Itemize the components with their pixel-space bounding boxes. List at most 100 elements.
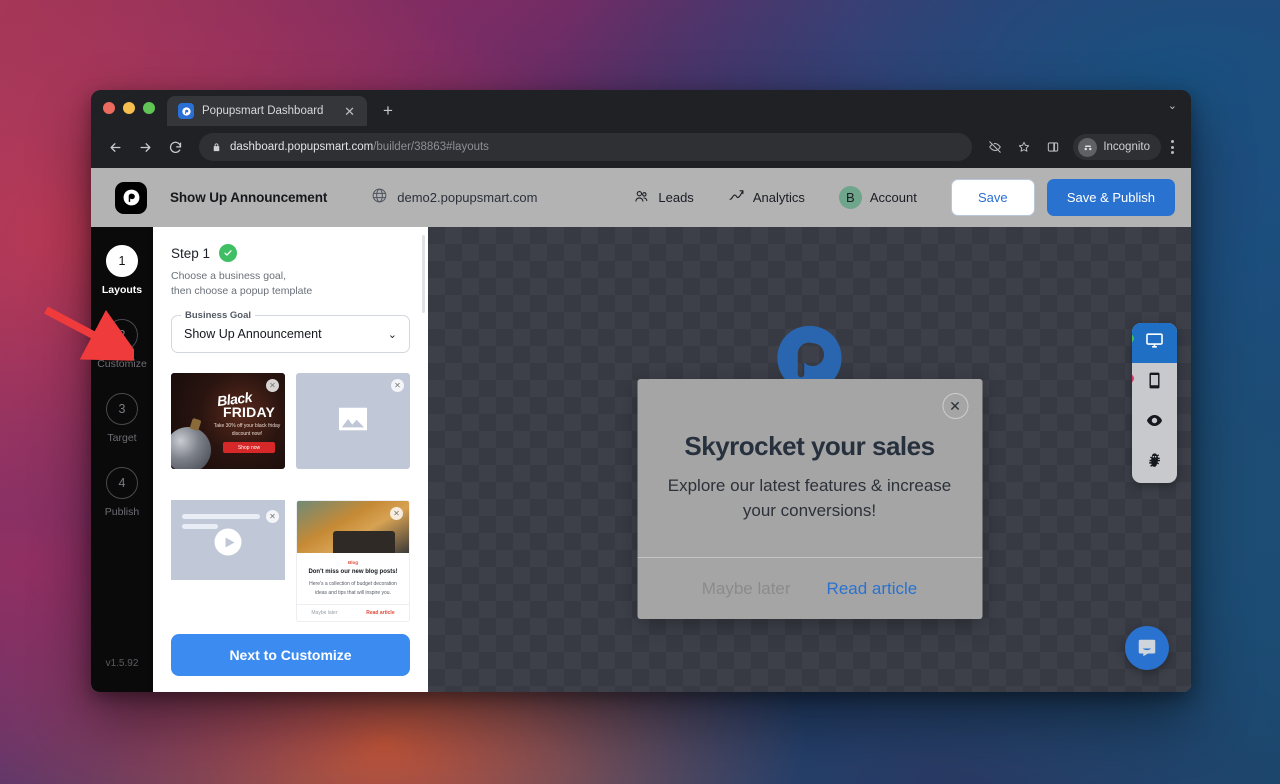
app-header: Show Up Announcement demo2.popupsmart.co… <box>91 168 1191 227</box>
mobile-icon <box>1145 371 1164 395</box>
save-button[interactable]: Save <box>951 179 1035 216</box>
popup-secondary-button[interactable]: Maybe later <box>702 579 791 599</box>
desktop-status-dot <box>1132 334 1134 343</box>
step-label: Target <box>107 432 136 444</box>
close-icon: ✕ <box>266 510 279 523</box>
business-goal-value: Show Up Announcement <box>184 327 322 341</box>
site-domain[interactable]: demo2.popupsmart.com <box>371 187 537 209</box>
close-icon[interactable]: ✕ <box>942 393 968 419</box>
template-card[interactable]: ✕ <box>171 480 285 622</box>
template-cta: Shop now <box>223 442 275 453</box>
business-goal-legend: Business Goal <box>181 310 255 321</box>
template-friday-label: FRIDAY <box>223 404 275 420</box>
step-description: Choose a business goal, then choose a po… <box>171 269 410 299</box>
template-subtext: Take 30% off your black friday discount … <box>211 423 283 438</box>
avatar: B <box>839 186 862 209</box>
star-icon[interactable] <box>1011 134 1037 160</box>
incognito-profile-button[interactable]: Incognito <box>1073 134 1161 160</box>
minimize-window-button[interactable] <box>123 102 135 114</box>
placeholder-line <box>182 514 260 519</box>
browser-tab-strip: Popupsmart Dashboard ✕ + ⌄ <box>91 90 1191 126</box>
template-grid: ✕ Black FRIDAY Take 30% off your black f… <box>171 373 410 622</box>
close-icon[interactable]: ✕ <box>341 103 358 120</box>
sidebar-item-layouts[interactable]: 1 Layouts <box>102 245 142 296</box>
preview-button[interactable] <box>1132 403 1177 443</box>
preview-canvas: ✕ Skyrocket your sales Explore our lates… <box>428 227 1191 692</box>
arrow-left-icon[interactable] <box>101 133 129 161</box>
leads-label: Leads <box>658 190 693 205</box>
site-domain-label: demo2.popupsmart.com <box>397 190 537 205</box>
template-footer: Maybe later Read article <box>297 604 409 621</box>
kebab-menu-icon[interactable] <box>1164 140 1181 154</box>
template-tag: Blog <box>297 560 409 565</box>
globe-icon <box>371 187 388 209</box>
popup-paragraph: Explore our latest features & increase y… <box>663 474 956 523</box>
arrow-right-icon[interactable] <box>131 133 159 161</box>
analytics-label: Analytics <box>753 190 805 205</box>
app-viewport: Show Up Announcement demo2.popupsmart.co… <box>91 168 1191 692</box>
step-number: 2 <box>106 319 138 351</box>
step-number: 4 <box>106 467 138 499</box>
app-header-actions: Leads Analytics B Account Save Save & Pu… <box>633 179 1175 216</box>
eye-off-icon[interactable] <box>982 134 1008 160</box>
browser-toolbar: dashboard.popupsmart.com/builder/38863#l… <box>91 126 1191 168</box>
address-bar[interactable]: dashboard.popupsmart.com/builder/38863#l… <box>199 133 972 161</box>
eye-icon <box>1145 411 1164 435</box>
template-card[interactable]: ✕ <box>296 373 410 469</box>
desktop-view-button[interactable] <box>1132 323 1177 363</box>
intercom-chat-icon[interactable] <box>1125 626 1169 670</box>
step-label: Publish <box>105 506 139 518</box>
maximize-window-button[interactable] <box>143 102 155 114</box>
step-header: Step 1 <box>171 244 410 262</box>
popup-body: ✕ Skyrocket your sales Explore our lates… <box>637 379 982 557</box>
step-label: Customize <box>97 358 147 370</box>
app-body: 1 Layouts 2 Customize 3 Target 4 Publish… <box>91 227 1191 692</box>
mobile-view-button[interactable] <box>1132 363 1177 403</box>
incognito-label: Incognito <box>1103 141 1150 153</box>
sidebar-item-target[interactable]: 3 Target <box>106 393 138 444</box>
reload-icon[interactable] <box>161 133 189 161</box>
window-traffic-lights[interactable] <box>103 90 167 126</box>
device-toolbar <box>1132 323 1177 483</box>
analytics-icon <box>728 188 745 208</box>
video-template: ✕ <box>171 500 285 580</box>
analytics-button[interactable]: Analytics <box>728 188 805 208</box>
account-button[interactable]: B Account <box>839 186 917 209</box>
layouts-panel: Step 1 Choose a business goal, then choo… <box>153 227 428 692</box>
chevron-down-icon[interactable]: ⌄ <box>388 328 397 341</box>
browser-window: Popupsmart Dashboard ✕ + ⌄ dashboard.pop… <box>91 90 1191 692</box>
template-card[interactable]: ✕ Black FRIDAY Take 30% off your black f… <box>171 373 285 469</box>
save-and-publish-button[interactable]: Save & Publish <box>1047 179 1175 216</box>
popup-preview: ✕ Skyrocket your sales Explore our lates… <box>637 379 982 619</box>
template-secondary-cta: Maybe later <box>311 610 337 616</box>
plus-icon[interactable]: + <box>377 100 399 121</box>
bug-icon <box>1145 451 1164 475</box>
sidebar-item-customize[interactable]: 2 Customize <box>97 319 147 370</box>
side-panel-icon[interactable] <box>1040 134 1066 160</box>
popupsmart-icon <box>178 103 194 119</box>
account-label: Account <box>870 190 917 205</box>
business-goal-select[interactable]: Business Goal Show Up Announcement ⌄ <box>171 315 410 353</box>
panel-scrollbar[interactable] <box>422 235 425 313</box>
browser-tab[interactable]: Popupsmart Dashboard ✕ <box>167 96 367 126</box>
panel-footer: Next to Customize <box>153 622 428 692</box>
leads-icon <box>633 188 650 208</box>
lock-icon <box>211 142 222 153</box>
next-to-customize-button[interactable]: Next to Customize <box>171 634 410 676</box>
layouts-panel-scroll[interactable]: Step 1 Choose a business goal, then choo… <box>153 227 428 622</box>
close-window-button[interactable] <box>103 102 115 114</box>
incognito-icon <box>1078 138 1097 157</box>
popupsmart-logo-icon[interactable] <box>115 182 147 214</box>
debug-button[interactable] <box>1132 443 1177 483</box>
image-icon <box>336 405 370 438</box>
address-bar-url: dashboard.popupsmart.com/builder/38863#l… <box>230 141 489 153</box>
leads-button[interactable]: Leads <box>633 188 693 208</box>
chevron-down-icon[interactable]: ⌄ <box>1168 99 1177 112</box>
template-card[interactable]: ✕ Blog Don't miss our new blog posts! He… <box>296 500 410 622</box>
popup-primary-button[interactable]: Read article <box>827 579 918 599</box>
version-label: v1.5.92 <box>106 658 139 669</box>
step-number: 1 <box>106 245 138 277</box>
check-icon <box>219 244 237 262</box>
sidebar-item-publish[interactable]: 4 Publish <box>105 467 139 518</box>
template-primary-cta: Read article <box>366 610 394 616</box>
